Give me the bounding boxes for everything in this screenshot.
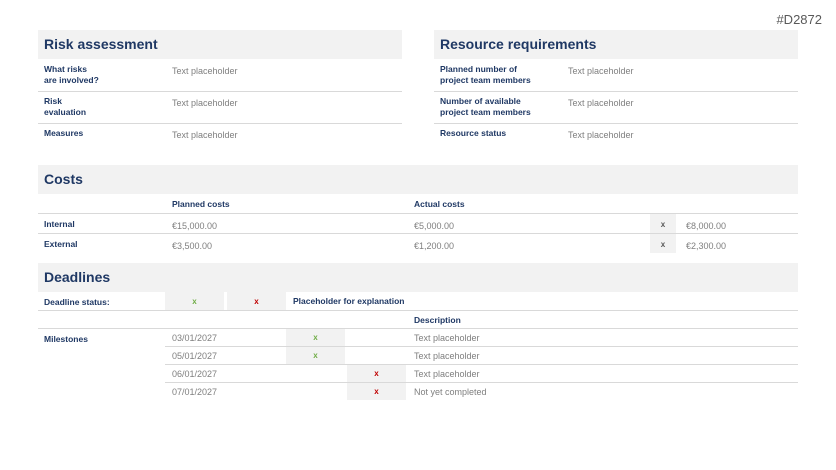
milestone-row: 06/01/2027 x Text placeholder [165, 365, 798, 383]
cost-mark: x [660, 220, 666, 229]
milestone-description: Text placeholder [414, 333, 480, 343]
description-header: Description [414, 315, 461, 325]
resource-row-value: Text placeholder [568, 98, 634, 108]
status-bad-cell: x [227, 292, 286, 310]
risk-row-value: Text placeholder [172, 130, 238, 140]
status-ok-cell: x [165, 292, 224, 310]
status-bad-mark: x [254, 297, 259, 306]
milestone-bad-mark: x [374, 369, 379, 378]
planned-cost-value: €3,500.00 [172, 241, 213, 251]
costs-title: Costs [38, 165, 798, 194]
risk-row: What risks are involved? Text placeholde… [38, 60, 402, 92]
status-ok-mark: x [192, 297, 197, 306]
milestone-ok-cell: x [286, 347, 345, 364]
milestone-bad-mark: x [374, 387, 379, 396]
planned-costs-header: Planned costs [172, 199, 230, 209]
milestone-ok-mark: x [313, 333, 318, 342]
cost-difference-value: €2,300.00 [686, 241, 727, 251]
costs-row-internal: Internal €15,000.00 €5,000.00 x €8,000.0… [38, 214, 798, 234]
costs-row-external: External €3,500.00 €1,200.00 x €2,300.00 [38, 234, 798, 254]
risk-row: Risk evaluation Text placeholder [38, 92, 402, 124]
milestone-row: 03/01/2027 x Text placeholder [165, 329, 798, 347]
milestone-date: 03/01/2027 [172, 333, 218, 343]
cost-mark-cell: x [650, 214, 676, 233]
resource-requirements-title: Resource requirements [434, 30, 798, 59]
resource-row-value: Text placeholder [568, 130, 634, 140]
milestone-row: 07/01/2027 x Not yet completed [165, 383, 798, 401]
planned-cost-value: €15,000.00 [172, 221, 218, 231]
status-explanation: Placeholder for explanation [293, 296, 405, 306]
risk-row-label: Measures [44, 128, 84, 138]
resource-row: Resource status Text placeholder [434, 124, 798, 148]
milestone-description: Text placeholder [414, 369, 480, 379]
page-id: #D2872 [776, 12, 822, 27]
resource-row-label: Planned number of project team members [440, 64, 531, 85]
milestone-bad-cell: x [347, 365, 406, 382]
milestone-ok-mark: x [313, 351, 318, 360]
deadlines-title: Deadlines [38, 263, 798, 292]
actual-cost-value: €1,200.00 [414, 241, 455, 251]
risk-row-value: Text placeholder [172, 66, 238, 76]
risk-row-label: Risk evaluation [44, 96, 87, 117]
resource-row-value: Text placeholder [568, 66, 634, 76]
milestone-date: 05/01/2027 [172, 351, 218, 361]
costs-row-label: Internal [44, 219, 75, 229]
deadline-status-label: Deadline status: [44, 297, 110, 307]
milestone-description: Text placeholder [414, 351, 480, 361]
deadline-status-row: Deadline status: x x Placeholder for exp… [38, 292, 798, 311]
milestone-bad-cell: x [347, 383, 406, 400]
resource-row-label: Number of available project team members [440, 96, 531, 117]
resource-row: Planned number of project team members T… [434, 60, 798, 92]
risk-row-label: What risks are involved? [44, 64, 99, 85]
milestone-date: 07/01/2027 [172, 387, 218, 397]
resource-row: Number of available project team members… [434, 92, 798, 124]
cost-mark: x [660, 240, 666, 249]
actual-costs-header: Actual costs [414, 199, 465, 209]
risk-row-value: Text placeholder [172, 98, 238, 108]
milestone-row: 05/01/2027 x Text placeholder [165, 347, 798, 365]
milestones-label: Milestones [44, 334, 88, 344]
costs-header-row: Planned costs Actual costs [38, 194, 798, 214]
risk-row: Measures Text placeholder [38, 124, 402, 148]
actual-cost-value: €5,000.00 [414, 221, 455, 231]
milestone-ok-cell: x [286, 329, 345, 346]
cost-mark-cell: x [650, 234, 676, 253]
milestones-header-row: Description [38, 311, 798, 329]
milestone-date: 06/01/2027 [172, 369, 218, 379]
costs-row-label: External [44, 239, 78, 249]
risk-assessment-title: Risk assessment [38, 30, 402, 59]
resource-row-label: Resource status [440, 128, 507, 138]
milestone-description: Not yet completed [414, 387, 487, 397]
cost-difference-value: €8,000.00 [686, 221, 727, 231]
